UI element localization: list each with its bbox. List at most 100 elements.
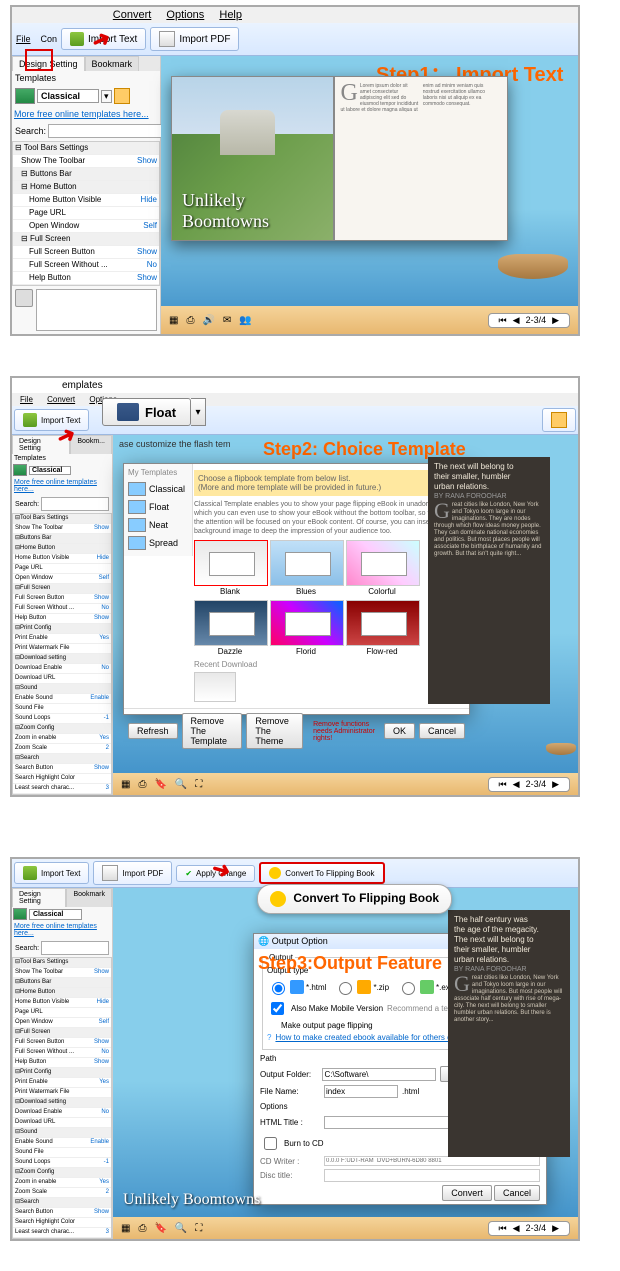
tutorial-highlight-1 — [25, 49, 53, 71]
search-icon[interactable]: 🔍 — [175, 1223, 187, 1234]
radio-html[interactable] — [272, 982, 285, 995]
next-icon[interactable]: ▶ — [552, 315, 559, 326]
templates-heading: emplates — [12, 378, 578, 393]
cancel-button[interactable]: Cancel — [419, 723, 465, 739]
screenshot-step3: Import Text Import PDF ✔Apply Change Con… — [10, 857, 580, 1241]
more-templates-link[interactable]: More free online templates here... — [12, 107, 160, 121]
tab-design[interactable]: Design Setting — [12, 888, 66, 907]
tpl-side-float[interactable]: Float — [128, 498, 188, 516]
tpl-side-spread[interactable]: Spread — [128, 534, 188, 552]
menubar: File Convert Options Help — [12, 7, 578, 23]
templates-label: Templates — [12, 71, 160, 85]
cb-mobile[interactable] — [271, 1002, 284, 1015]
convert-callout: Convert To Flipping Book — [257, 884, 452, 914]
remove-theme-button[interactable]: Remove The Theme — [246, 713, 303, 749]
cb-burn[interactable] — [264, 1137, 277, 1150]
tpl-flow-red[interactable]: Flow-red — [346, 600, 418, 656]
flipbook-preview[interactable]: Unlikely Boomtowns G Lorem ipsum dolor s… — [171, 76, 508, 241]
tpl-side-classical[interactable]: Classical — [128, 480, 188, 498]
print-icon[interactable]: ⎙ — [186, 315, 194, 326]
thumbs-icon[interactable]: ▦ — [169, 315, 178, 326]
book-title: Unlikely Boomtowns — [182, 190, 333, 232]
import-pdf-button-3[interactable]: Import PDF — [93, 861, 172, 885]
page-indicator-2[interactable]: ⏮◀2-3/4▶ — [488, 777, 570, 792]
mail-icon[interactable]: ✉ — [223, 315, 231, 326]
search-label: Search: — [15, 126, 46, 136]
share-icon[interactable]: 👥 — [239, 315, 251, 326]
bookmark-icon[interactable]: 🔖 — [154, 1223, 166, 1234]
float-callout: Float ▾ — [102, 398, 206, 426]
menu-options[interactable]: Options — [166, 9, 204, 21]
bookmark-icon[interactable]: 🔖 — [154, 779, 166, 790]
settings-tree[interactable]: ⊟ Tool Bars Settings Show The ToolbarSho… — [12, 141, 160, 286]
template-grid: Blank Blues Colorful Dazzle Florid Flow-… — [194, 540, 463, 656]
import-pdf-icon — [159, 31, 175, 47]
menu-help[interactable]: Help — [219, 9, 242, 21]
book-article-panel-3: The half century was the age of the mega… — [448, 910, 570, 1157]
prev-icon[interactable]: ◀ — [513, 315, 520, 326]
tab-bookmark[interactable]: Bookmark — [85, 56, 140, 71]
book-left-page: Unlikely Boomtowns — [171, 76, 334, 241]
search-input[interactable] — [48, 124, 169, 138]
thumbs-icon[interactable]: ▦ — [121, 779, 130, 790]
search-icon[interactable]: 🔍 — [175, 779, 187, 790]
ok-button[interactable]: OK — [384, 723, 415, 739]
convert-icon — [270, 891, 286, 907]
reader-toolbar-3: ▦ ⎙ 🔖 🔍 ⛶ ⏮◀2-3/4▶ — [113, 1217, 578, 1239]
tpl-blues[interactable]: Blues — [270, 540, 342, 596]
refresh-button[interactable]: Refresh — [128, 723, 178, 739]
print-icon[interactable]: ⎙ — [138, 1223, 146, 1234]
template-thumb-icon — [15, 88, 35, 104]
template-select[interactable]: Classical — [37, 89, 99, 103]
import-pdf-button[interactable]: Import PDF — [150, 27, 239, 51]
help-link[interactable]: How to make created ebook available for … — [275, 1033, 472, 1042]
remove-template-button[interactable]: Remove The Template — [182, 713, 243, 749]
preview-box — [36, 289, 157, 331]
sidebar-2: Design Setting Bookm... Templates Classi… — [12, 435, 113, 795]
screenshot-step2: emplates File Convert Options Import Tex… — [10, 376, 580, 797]
template-browse-icon[interactable] — [114, 88, 130, 104]
book-right-page: G Lorem ipsum dolor sit amet consectetur… — [334, 76, 509, 241]
tpl-colorful[interactable]: Colorful — [346, 540, 418, 596]
step3-label: Step3:Output Feature — [258, 953, 442, 974]
convert-button[interactable]: Convert To Flipping Book — [259, 862, 384, 884]
page-indicator-3[interactable]: ⏮◀2-3/4▶ — [488, 1221, 570, 1236]
tab-bookmark[interactable]: Bookmark — [66, 888, 112, 907]
tpl-blank[interactable]: Blank — [194, 540, 266, 596]
book-article-panel: The next will belong to their smaller, h… — [428, 457, 550, 704]
tpl-florid[interactable]: Florid — [270, 600, 342, 656]
float-book-icon — [117, 403, 139, 421]
sound-icon[interactable]: 🔊 — [202, 315, 214, 326]
menu-file-small[interactable]: File — [16, 34, 31, 44]
page-indicator[interactable]: ⏮ ◀ 2-3/4 ▶ — [488, 313, 570, 328]
book-title-3: Unlikely Boomtowns — [123, 1191, 260, 1209]
output-folder-input[interactable] — [322, 1068, 436, 1081]
preview-canvas-3: Step3:Output Feature 🌐 Output Option Out… — [113, 888, 578, 1239]
html-title-input[interactable] — [324, 1116, 467, 1129]
fullscreen-icon[interactable]: ⛶ — [195, 1223, 202, 1234]
print-icon[interactable]: ⎙ — [138, 779, 146, 790]
convert-cancel-button[interactable]: Cancel — [494, 1185, 540, 1201]
sidebar-3: Design Setting Bookmark Classical More f… — [12, 888, 113, 1239]
edit-icon-btn[interactable] — [542, 408, 576, 432]
disk-icon[interactable] — [15, 289, 33, 307]
radio-zip[interactable] — [339, 982, 352, 995]
convert-confirm-button[interactable]: Convert — [442, 1185, 492, 1201]
cd-writer-input — [324, 1156, 540, 1166]
reader-toolbar-2: ▦ ⎙ 🔖 🔍 ⛶ ⏮◀2-3/4▶ — [113, 773, 578, 795]
main-area: Design Setting Bookmark Templates Classi… — [12, 56, 578, 334]
first-icon[interactable]: ⏮ — [499, 315, 507, 326]
filename-input[interactable] — [324, 1085, 398, 1098]
radio-exe[interactable] — [402, 982, 415, 995]
tpl-side-neat[interactable]: Neat — [128, 516, 188, 534]
menu-convert[interactable]: Convert — [113, 9, 152, 21]
template-dropdown-icon[interactable]: ▾ — [101, 90, 112, 103]
fullscreen-icon[interactable]: ⛶ — [195, 779, 202, 790]
float-template-button[interactable]: Float — [102, 398, 191, 426]
screenshot-step1: File Convert Options Help File Con Impor… — [10, 5, 580, 336]
tpl-dazzle[interactable]: Dazzle — [194, 600, 266, 656]
float-dropdown[interactable]: ▾ — [191, 398, 206, 426]
thumbs-icon[interactable]: ▦ — [121, 1223, 130, 1234]
template-chooser-dialog: My Templates Classical Float Neat Spread… — [123, 463, 470, 715]
import-text-button-3[interactable]: Import Text — [14, 862, 89, 884]
